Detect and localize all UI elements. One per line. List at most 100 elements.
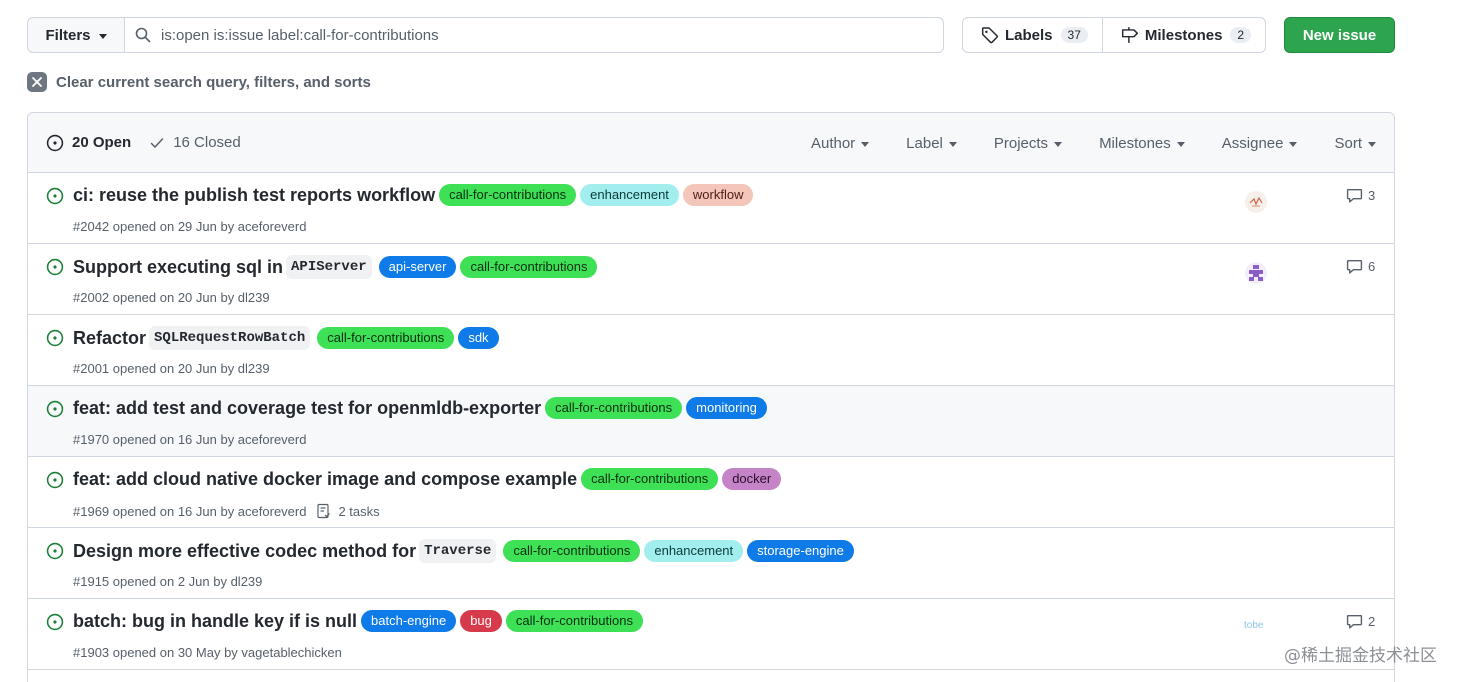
issue-meta: #1970 opened on 16 Jun by aceforeverd [73, 432, 306, 447]
issue-meta-text: #1969 opened on 16 Jun by aceforeverd [73, 503, 307, 519]
label-call-for-contributions[interactable]: call-for-contributions [460, 256, 598, 278]
labels-button[interactable]: Labels 37 [963, 18, 1102, 52]
issue-opened-icon [46, 329, 64, 347]
label-workflow[interactable]: workflow [682, 184, 754, 206]
author-filter[interactable]: Author [810, 134, 870, 152]
issue-opened-icon [46, 613, 64, 631]
issue-row: Design more effective codec method for T… [28, 528, 1394, 599]
sort-filter[interactable]: Sort [1334, 135, 1376, 152]
label-call-for-contributions[interactable]: call-for-contributions [505, 610, 643, 632]
issue-title-line: Support executing sql in APIServer api-s… [73, 255, 601, 279]
issue-title[interactable]: feat: add test and coverage test for ope… [73, 398, 541, 419]
issue-title[interactable]: Support executing sql in [73, 257, 283, 278]
issue-meta-text: #1915 opened on 2 Jun by dl239 [73, 574, 263, 589]
task-progress-text: 2 tasks [338, 503, 380, 519]
issue-title-line: Refactor SQLRequestRowBatch call-for-con… [73, 326, 503, 350]
issue-labels: api-server call-for-contributions [378, 256, 602, 278]
label-call-for-contributions[interactable]: call-for-contributions [503, 540, 641, 562]
milestones-label: Milestones [1144, 26, 1223, 44]
issue-meta: #1915 opened on 2 Jun by dl239 [73, 574, 262, 589]
issue-title[interactable]: batch: bug in handle key if is null [73, 611, 357, 632]
assignee-avatar[interactable] [1245, 262, 1267, 284]
issue-title-code[interactable]: Traverse [419, 539, 497, 563]
label-storage-engine[interactable]: storage-engine [747, 540, 854, 562]
task-progress: 2 tasks [316, 503, 380, 519]
issue-meta: #1969 opened on 16 Jun by aceforeverd 2 … [73, 503, 380, 519]
issue-meta-text: #1970 opened on 16 Jun by aceforeverd [73, 432, 307, 447]
caret-down-icon [1368, 141, 1376, 147]
label-enhancement[interactable]: enhancement [580, 184, 679, 206]
issue-title[interactable]: feat: add cloud native docker image and … [73, 469, 577, 490]
label-monitoring[interactable]: monitoring [686, 397, 767, 419]
check-icon [150, 137, 164, 148]
issue-opened-icon [46, 258, 64, 276]
label-call-for-contributions[interactable]: call-for-contributions [317, 327, 455, 349]
label-sdk[interactable]: sdk [458, 327, 499, 349]
caret-down-icon [861, 141, 870, 147]
issues-list: 20 Open 16 Closed Author Label Projects … [27, 112, 1395, 682]
tag-icon [981, 27, 998, 44]
search-input[interactable] [161, 26, 921, 44]
issue-title-code[interactable]: SQLRequestRowBatch [149, 326, 311, 350]
label-bug[interactable]: bug [460, 610, 502, 632]
filters-button[interactable]: Filters [28, 18, 125, 52]
issue-opened-icon [46, 134, 64, 151]
close-icon [27, 72, 47, 92]
open-issues-tab[interactable]: 20 Open [46, 134, 131, 152]
labels-counter: 37 [1060, 27, 1088, 43]
assignee-avatar[interactable]: tobe [1244, 620, 1263, 631]
milestones-filter-label: Milestones [1099, 134, 1171, 152]
issue-meta-text: #2002 opened on 20 Jun by dl239 [73, 290, 270, 305]
label-call-for-contributions[interactable]: call-for-contributions [439, 184, 577, 206]
issue-title[interactable]: Design more effective codec method for [73, 541, 416, 562]
issue-meta: #2001 opened on 20 Jun by dl239 [73, 361, 270, 376]
assignee-filter[interactable]: Assignee [1222, 135, 1298, 152]
issue-labels: call-for-contributions enhancement workflo… [439, 184, 757, 206]
comments-link[interactable]: 2 [1346, 613, 1375, 630]
assignee-filter-label: Assignee [1221, 134, 1284, 152]
search-box [125, 18, 943, 52]
projects-filter[interactable]: Projects [994, 135, 1063, 152]
caret-down-icon [1289, 141, 1298, 147]
label-call-for-contributions[interactable]: call-for-contributions [545, 397, 683, 419]
new-issue-button[interactable]: New issue [1284, 17, 1395, 53]
clear-query-text: Clear current search query, filters, and… [56, 73, 371, 91]
issue-opened-icon [46, 542, 64, 560]
label-filter[interactable]: Label [906, 135, 957, 152]
milestones-button[interactable]: Milestones 2 [1101, 18, 1265, 52]
label-batch-engine[interactable]: batch-engine [361, 610, 457, 632]
issue-meta-text: #2042 opened on 29 Jun by aceforeverd [73, 219, 307, 234]
issue-opened-icon [46, 187, 64, 205]
milestones-counter: 2 [1230, 27, 1252, 43]
issue-meta: #2002 opened on 20 Jun by dl239 [73, 290, 270, 305]
issue-labels: batch-engine bug call-for-contributions [361, 610, 647, 632]
closed-count: 16 Closed [173, 134, 241, 151]
closed-issues-tab[interactable]: 16 Closed [149, 134, 241, 151]
issue-title-line: batch: bug in handle key if is null batc… [73, 610, 647, 632]
watermark: @稀土掘金技术社区 [1284, 646, 1437, 666]
open-count: 20 Open [72, 134, 132, 151]
labels-milestones-group: Labels 37 Milestones 2 [962, 17, 1266, 53]
comment-count: 2 [1368, 614, 1376, 629]
comment-icon [1346, 259, 1363, 274]
label-docker[interactable]: docker [722, 468, 782, 490]
issue-title[interactable]: ci: reuse the publish test reports workf… [73, 185, 435, 206]
comments-link[interactable]: 3 [1346, 187, 1375, 204]
issue-labels: call-for-contributions docker [581, 468, 785, 490]
comments-link[interactable]: 6 [1346, 258, 1375, 275]
issue-title[interactable]: Refactor [73, 328, 146, 349]
label-enhancement[interactable]: enhancement [644, 540, 744, 562]
issue-title-line: feat: add test and coverage test for ope… [73, 397, 771, 419]
label-call-for-contributions[interactable]: call-for-contributions [581, 468, 719, 490]
clear-query-link[interactable]: Clear current search query, filters, and… [27, 72, 371, 92]
author-filter-label: Author [810, 134, 856, 152]
assignee-avatar[interactable] [1245, 191, 1267, 213]
issue-opened-icon [46, 400, 64, 418]
issue-row: Support executing sql in APIServer api-s… [28, 244, 1394, 315]
issue-title-code[interactable]: APIServer [286, 255, 372, 279]
filters-search-group: Filters [27, 17, 944, 53]
milestones-filter[interactable]: Milestones [1099, 135, 1185, 152]
comment-icon [1346, 614, 1363, 629]
issue-rows: ci: reuse the publish test reports workf… [28, 173, 1394, 670]
label-api-server[interactable]: api-server [378, 256, 457, 278]
